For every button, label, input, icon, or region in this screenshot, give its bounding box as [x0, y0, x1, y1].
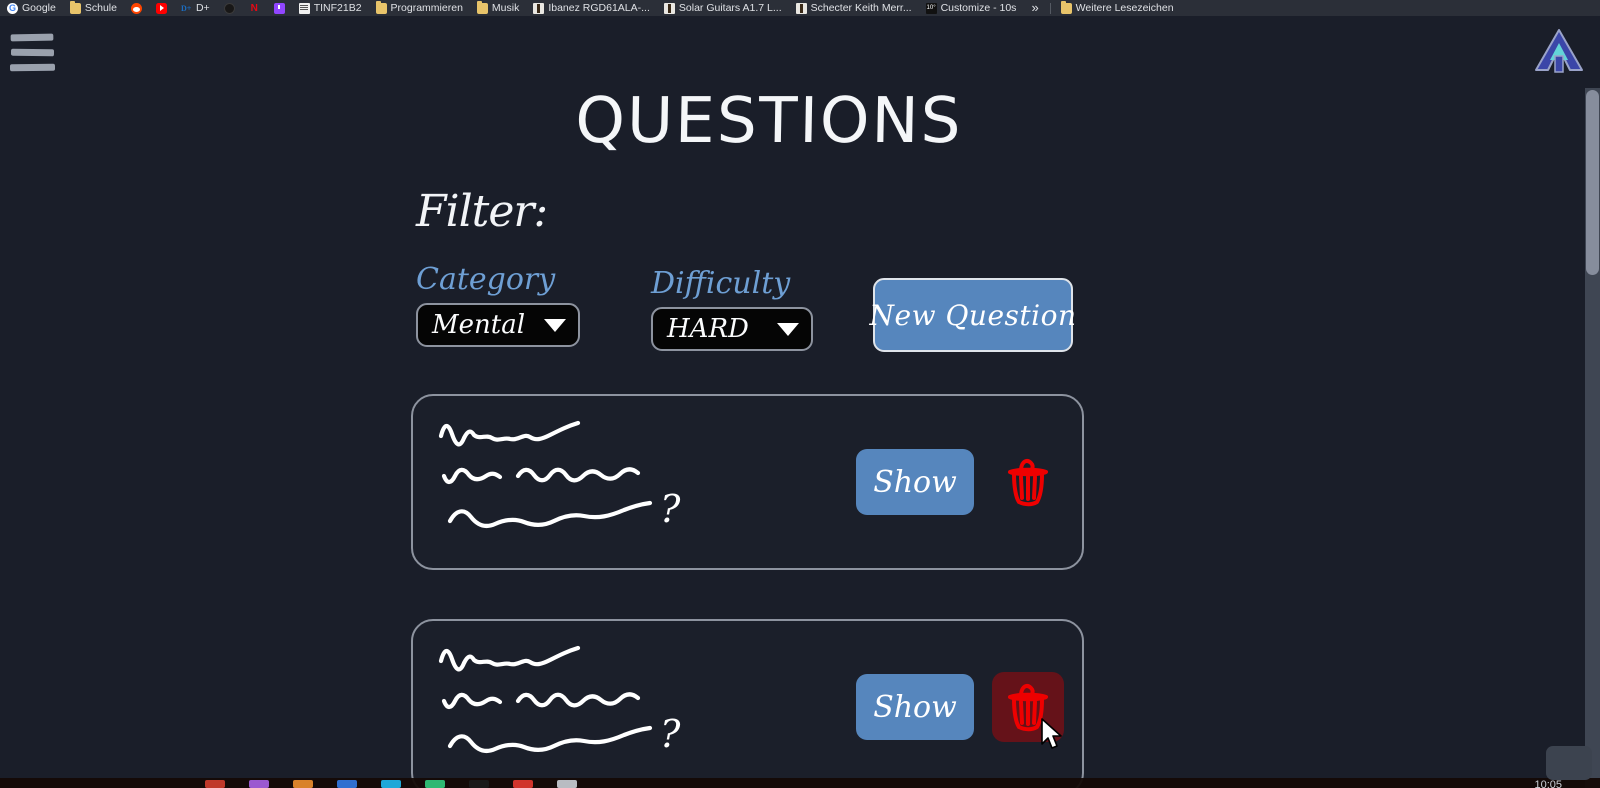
- question-card[interactable]: ? Show: [411, 394, 1084, 570]
- page-title: QUESTIONS: [574, 84, 964, 157]
- hamburger-bar-1: [10, 33, 54, 42]
- bookmark-item[interactable]: [124, 0, 149, 16]
- bookmark-item[interactable]: Schule: [63, 0, 124, 16]
- google-icon: [7, 2, 18, 14]
- hamburger-bar-3: [9, 63, 56, 72]
- filter-difficulty-value: HARD: [667, 314, 749, 344]
- filter-category-value: Mental: [432, 310, 526, 340]
- filter-category-dropdown[interactable]: Mental: [416, 303, 580, 347]
- netflix-icon: [249, 3, 260, 14]
- bookmark-item[interactable]: Programmieren: [369, 0, 470, 16]
- bookmark-label: TINF21B2: [313, 2, 362, 14]
- taskbar-icon[interactable]: [293, 780, 313, 788]
- bookmark-item[interactable]: TINF21B2: [292, 0, 369, 16]
- filter-difficulty-group: Difficulty HARD: [651, 266, 813, 351]
- new-question-label: New Question: [869, 298, 1077, 332]
- youtube-icon: [155, 2, 167, 14]
- bookmark-item[interactable]: [217, 0, 242, 16]
- bookmark-label: Programmieren: [390, 2, 463, 14]
- question-text-placeholder-squiggles: ?: [438, 420, 681, 531]
- taskbar-icon[interactable]: [249, 780, 269, 788]
- show-answer-label: Show: [873, 689, 957, 725]
- trash-icon: [1008, 684, 1048, 732]
- question-card[interactable]: ? Show: [411, 619, 1084, 788]
- question-card-actions: Show: [856, 672, 1064, 742]
- taskbar-icon[interactable]: [205, 780, 225, 788]
- delete-question-button[interactable]: [992, 447, 1064, 517]
- taskbar-icon[interactable]: [469, 780, 489, 788]
- bookmark-item[interactable]: Musik: [470, 0, 526, 16]
- reddit-icon: [130, 2, 142, 14]
- vertical-scrollbar-thumb[interactable]: [1586, 90, 1599, 275]
- trash-icon: [1008, 459, 1048, 507]
- system-clock: 10:05: [1534, 779, 1562, 788]
- filter-difficulty-label: Difficulty: [651, 266, 791, 301]
- github-icon: [223, 2, 235, 14]
- bookmark-label: Solar Guitars A1.7 L...: [678, 2, 782, 14]
- bookmark-item[interactable]: [149, 0, 174, 16]
- bookmark-label: Google: [22, 2, 56, 14]
- twitch-icon: [273, 2, 285, 14]
- taskbar-icon[interactable]: [513, 780, 533, 788]
- show-answer-label: Show: [873, 464, 957, 500]
- bookmarks-overflow-button[interactable]: »: [1023, 0, 1046, 16]
- taskbar-tray-box[interactable]: [1546, 746, 1592, 780]
- other-bookmarks-item[interactable]: Weitere Lesezeichen: [1054, 0, 1181, 16]
- folder-icon: [69, 1, 81, 14]
- app-page: QUESTIONS Filter: Category Mental Diffic…: [0, 16, 1600, 788]
- bookmarks-divider: [1049, 2, 1051, 14]
- bookmark-item[interactable]: Google: [0, 0, 63, 16]
- bookmark-item[interactable]: Customize - 10s: [919, 0, 1024, 16]
- show-answer-button[interactable]: Show: [856, 674, 974, 740]
- guitar-icon: [795, 2, 807, 14]
- app-logo-a-icon[interactable]: [1532, 26, 1586, 76]
- filter-heading: Filter:: [416, 186, 548, 237]
- filter-difficulty-dropdown[interactable]: HARD: [651, 307, 813, 351]
- show-answer-button[interactable]: Show: [856, 449, 974, 515]
- other-bookmarks-label: Weitere Lesezeichen: [1075, 2, 1174, 14]
- bookmark-label: Musik: [491, 2, 520, 14]
- bookmark-item[interactable]: [267, 0, 292, 16]
- folder-icon: [375, 1, 387, 14]
- question-mark: ?: [660, 487, 681, 531]
- bookmark-item[interactable]: Schecter Keith Merr...: [789, 0, 919, 16]
- hamburger-bar-2: [10, 48, 55, 57]
- bookmark-label: Schule: [84, 2, 117, 14]
- new-question-button[interactable]: New Question: [870, 278, 1076, 352]
- bookmark-label: D+: [195, 2, 210, 14]
- bookmark-label: Customize - 10s: [940, 2, 1017, 14]
- delete-question-button[interactable]: [992, 672, 1064, 742]
- hamburger-menu-icon[interactable]: [9, 32, 58, 78]
- question-text-placeholder-squiggles: ?: [438, 645, 681, 756]
- folder-icon: [1060, 1, 1072, 14]
- taskbar-icon[interactable]: [381, 780, 401, 788]
- bookmark-item[interactable]: D+: [174, 0, 217, 16]
- taskbar-icon[interactable]: [425, 780, 445, 788]
- taskbar-icon[interactable]: [337, 780, 357, 788]
- question-mark: ?: [660, 712, 681, 756]
- taskbar-icon-group: [205, 778, 577, 788]
- bookmark-item[interactable]: [242, 0, 267, 16]
- guitar-icon: [533, 2, 545, 14]
- taskbar-icon[interactable]: [557, 780, 577, 788]
- bookmark-label: Ibanez RGD61ALA-...: [548, 2, 650, 14]
- document-icon: [298, 2, 310, 14]
- bookmark-label: Schecter Keith Merr...: [810, 2, 912, 14]
- chevron-down-icon: [544, 318, 566, 332]
- chevron-down-icon: [777, 322, 799, 336]
- disney-plus-icon: [181, 3, 192, 14]
- filter-category-group: Category Mental: [416, 262, 580, 347]
- question-card-actions: Show: [856, 447, 1064, 517]
- browser-bookmarks-bar: Google Schule D+ TINF21B2 Programmieren Musik…: [0, 0, 1600, 16]
- folder-icon: [476, 1, 488, 14]
- filter-category-label: Category: [416, 262, 556, 297]
- guitar-icon: [663, 2, 675, 14]
- bookmark-item[interactable]: Solar Guitars A1.7 L...: [657, 0, 789, 16]
- tos-icon: [925, 2, 937, 14]
- bookmark-item[interactable]: Ibanez RGD61ALA-...: [526, 0, 657, 16]
